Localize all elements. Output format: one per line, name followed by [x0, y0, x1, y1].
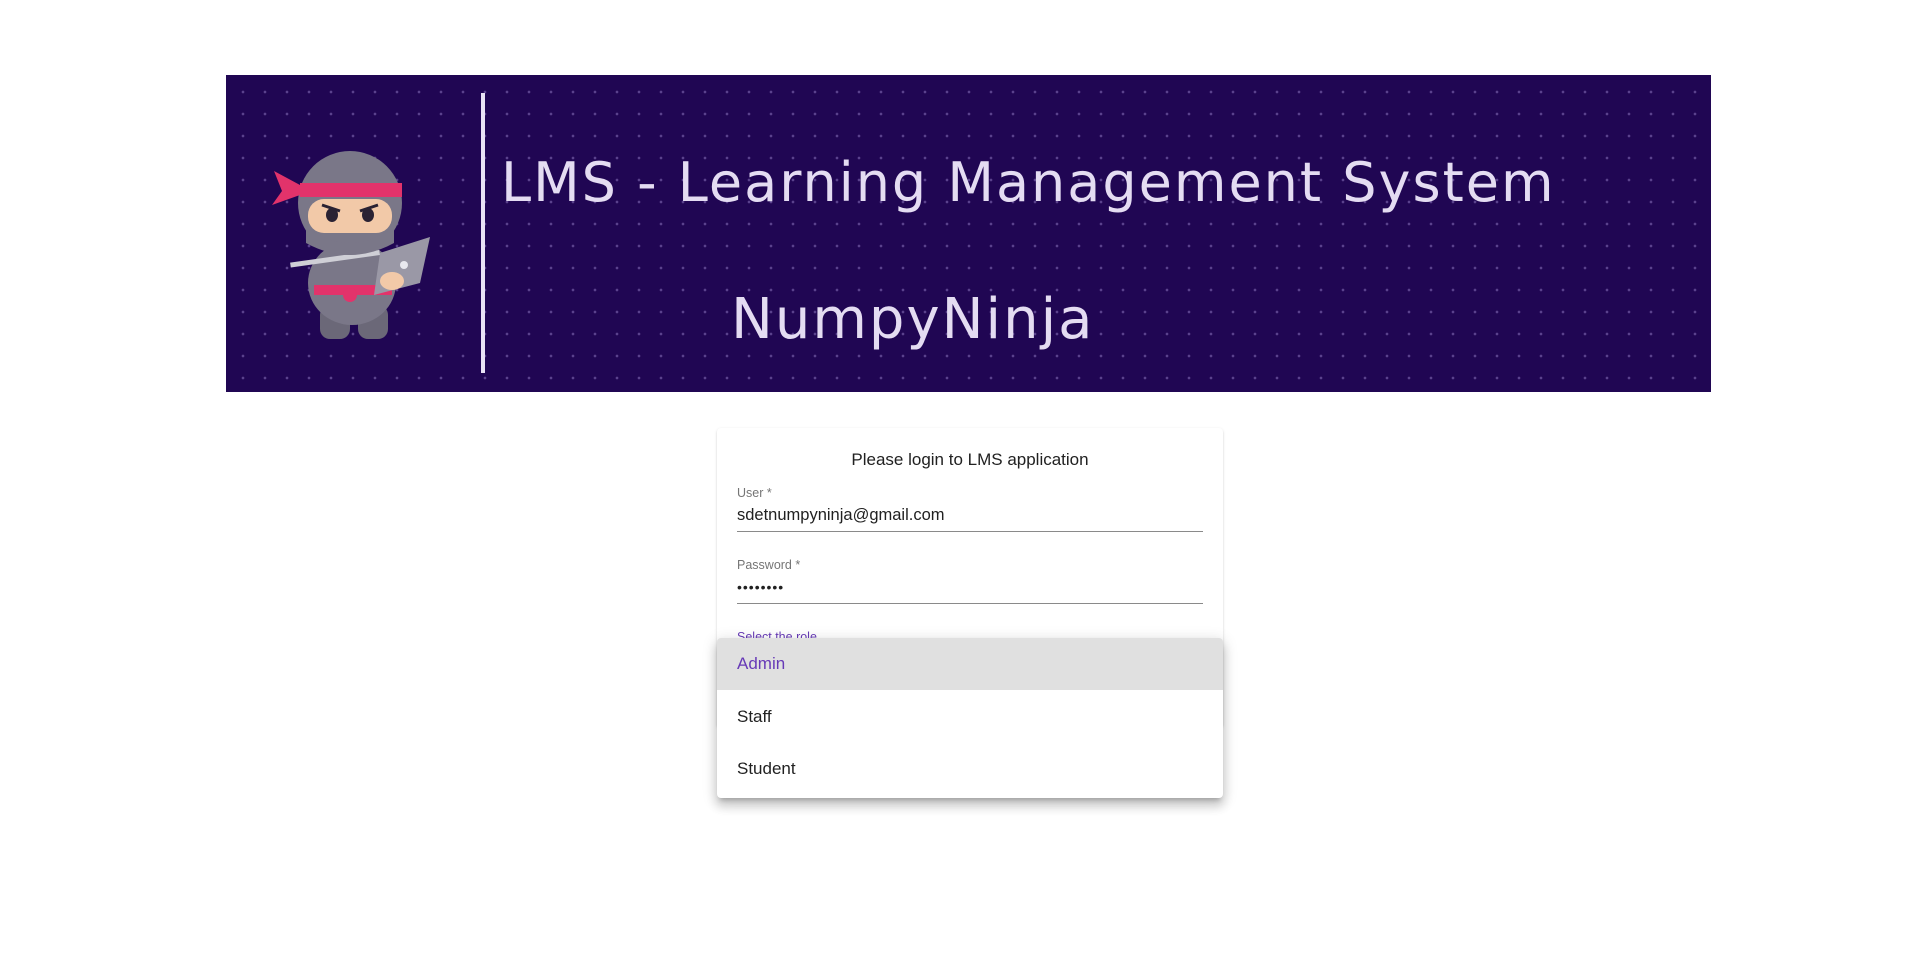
role-dropdown-menu[interactable]: Admin Staff Student	[717, 638, 1223, 798]
banner-title: LMS - Learning Management System	[501, 151, 1556, 214]
role-option-student[interactable]: Student	[717, 744, 1223, 796]
banner-divider	[481, 93, 485, 373]
role-option-admin[interactable]: Admin	[717, 638, 1223, 690]
user-input[interactable]: sdetnumpyninja@gmail.com	[737, 503, 1203, 531]
user-field-label: User *	[737, 486, 772, 500]
login-heading: Please login to LMS application	[851, 450, 1089, 469]
header-banner: LMS - Learning Management System NumpyNi…	[226, 75, 1711, 392]
password-field[interactable]: Password * ••••••••	[737, 558, 1203, 604]
role-option-staff[interactable]: Staff	[717, 690, 1223, 744]
ninja-mascot-icon	[272, 151, 430, 339]
banner-brand-name: NumpyNinja	[731, 287, 1095, 352]
user-field[interactable]: User * sdetnumpyninja@gmail.com	[737, 486, 1203, 532]
password-field-label: Password *	[737, 558, 801, 572]
password-input[interactable]: ••••••••	[737, 575, 1203, 603]
